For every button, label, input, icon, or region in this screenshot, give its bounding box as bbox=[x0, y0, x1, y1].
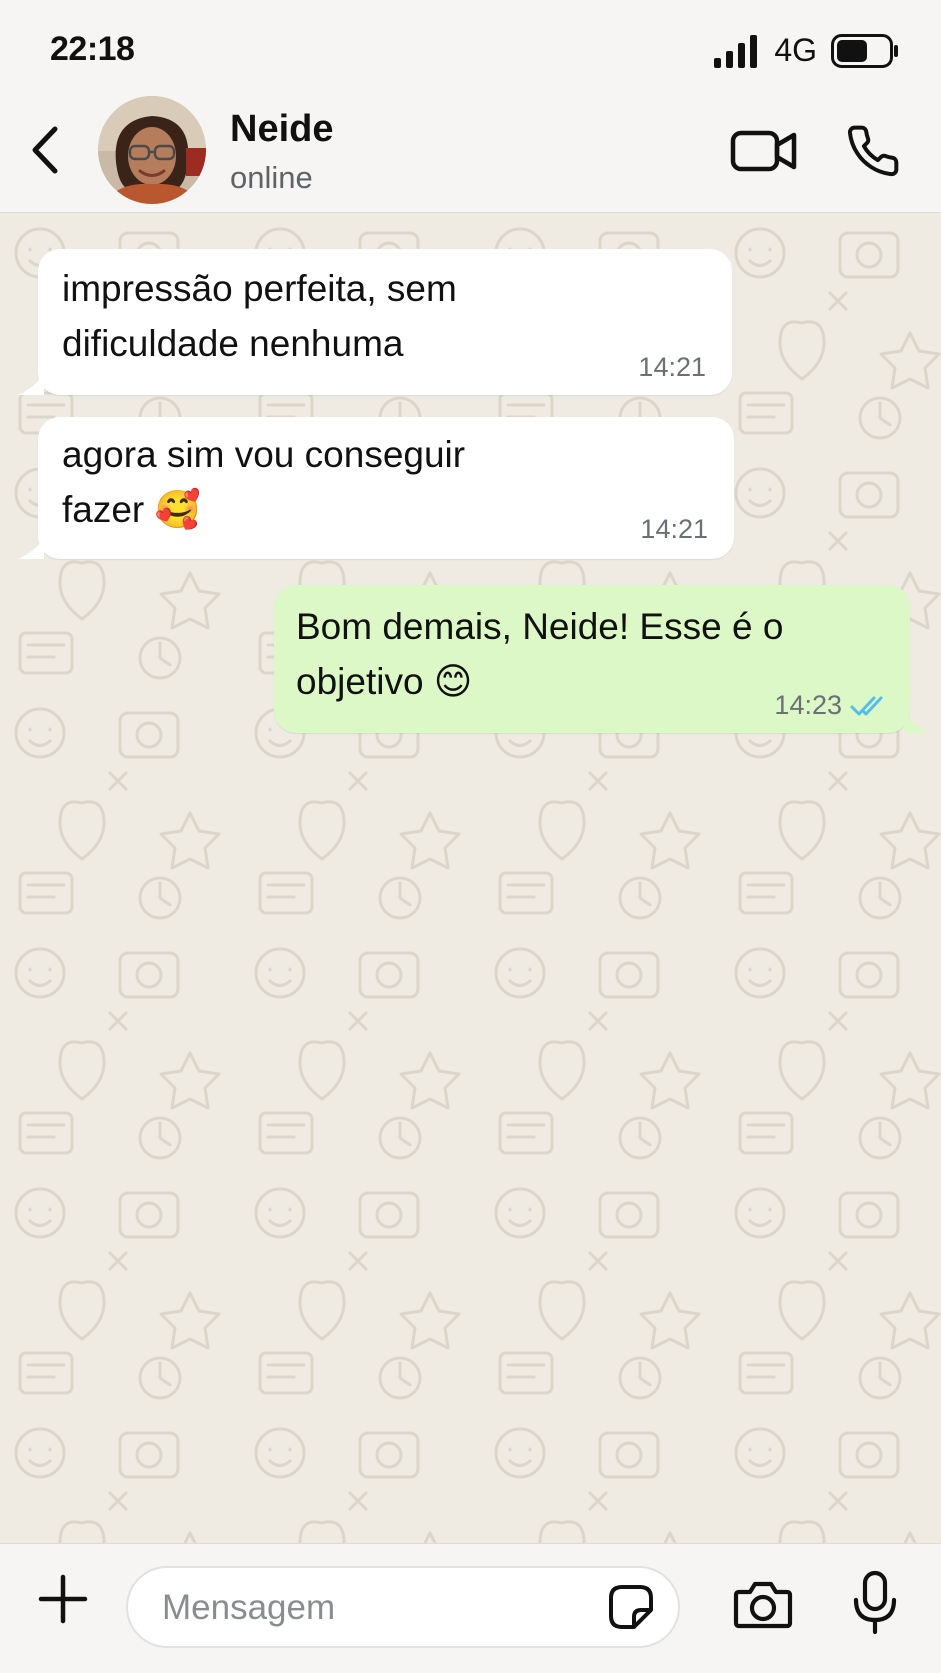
message-bubble-incoming[interactable]: impressão perfeita, sem dificuldade nenh… bbox=[18, 249, 732, 395]
signal-icon bbox=[714, 34, 758, 68]
message-time: 14:21 bbox=[640, 514, 708, 544]
phone-icon bbox=[847, 125, 899, 177]
video-call-icon bbox=[730, 130, 797, 172]
message-field-container bbox=[126, 1566, 680, 1648]
battery-icon bbox=[831, 33, 898, 68]
chat-wallpaper bbox=[0, 213, 941, 1543]
status-time: 22:18 bbox=[50, 30, 135, 68]
attach-button[interactable] bbox=[34, 1570, 92, 1628]
message-input-bar bbox=[0, 1543, 941, 1673]
sticker-icon bbox=[609, 1585, 653, 1629]
status-icons: 4G bbox=[714, 32, 901, 69]
voice-message-button[interactable] bbox=[846, 1566, 904, 1640]
message-text-line: objetivo 😊 bbox=[296, 661, 473, 702]
chat-area[interactable]: impressão perfeita, sem dificuldade nenh… bbox=[0, 213, 941, 1543]
bubble-tail bbox=[18, 539, 44, 559]
voice-call-button[interactable] bbox=[842, 118, 904, 184]
contact-status: online bbox=[230, 160, 313, 195]
message-input[interactable] bbox=[160, 1578, 584, 1638]
message-time: 14:23 bbox=[774, 690, 842, 720]
camera-button[interactable] bbox=[730, 1574, 796, 1634]
message-text-line: fazer 🥰 bbox=[62, 489, 201, 530]
microphone-icon bbox=[853, 1570, 897, 1635]
plus-icon bbox=[38, 1574, 88, 1624]
bubble-tail bbox=[904, 713, 930, 733]
contact-avatar[interactable] bbox=[98, 96, 206, 204]
chat-header: 22:18 4G Neide online bbox=[0, 0, 941, 213]
back-button[interactable] bbox=[20, 120, 70, 180]
message-text-line: Bom demais, Neide! Esse é o bbox=[296, 606, 784, 647]
back-arrow-icon bbox=[32, 126, 58, 174]
bubble-tail bbox=[18, 375, 44, 395]
contact-name[interactable]: Neide bbox=[230, 108, 333, 151]
network-label: 4G bbox=[774, 32, 817, 68]
message-bubble-outgoing[interactable]: Bom demais, Neide! Esse é o objetivo 😊 1… bbox=[274, 585, 930, 733]
sticker-button[interactable] bbox=[606, 1582, 656, 1632]
avatar-photo bbox=[98, 96, 206, 204]
message-text-line: agora sim vou conseguir bbox=[62, 434, 466, 475]
video-call-button[interactable] bbox=[728, 122, 800, 180]
camera-icon bbox=[733, 1581, 793, 1629]
double-check-icon bbox=[850, 696, 883, 715]
message-text-line: dificuldade nenhuma bbox=[62, 323, 404, 364]
message-time: 14:21 bbox=[638, 352, 706, 382]
message-bubble-incoming[interactable]: agora sim vou conseguir fazer 🥰 14:21 bbox=[18, 417, 734, 559]
message-text-line: impressão perfeita, sem bbox=[62, 268, 457, 309]
